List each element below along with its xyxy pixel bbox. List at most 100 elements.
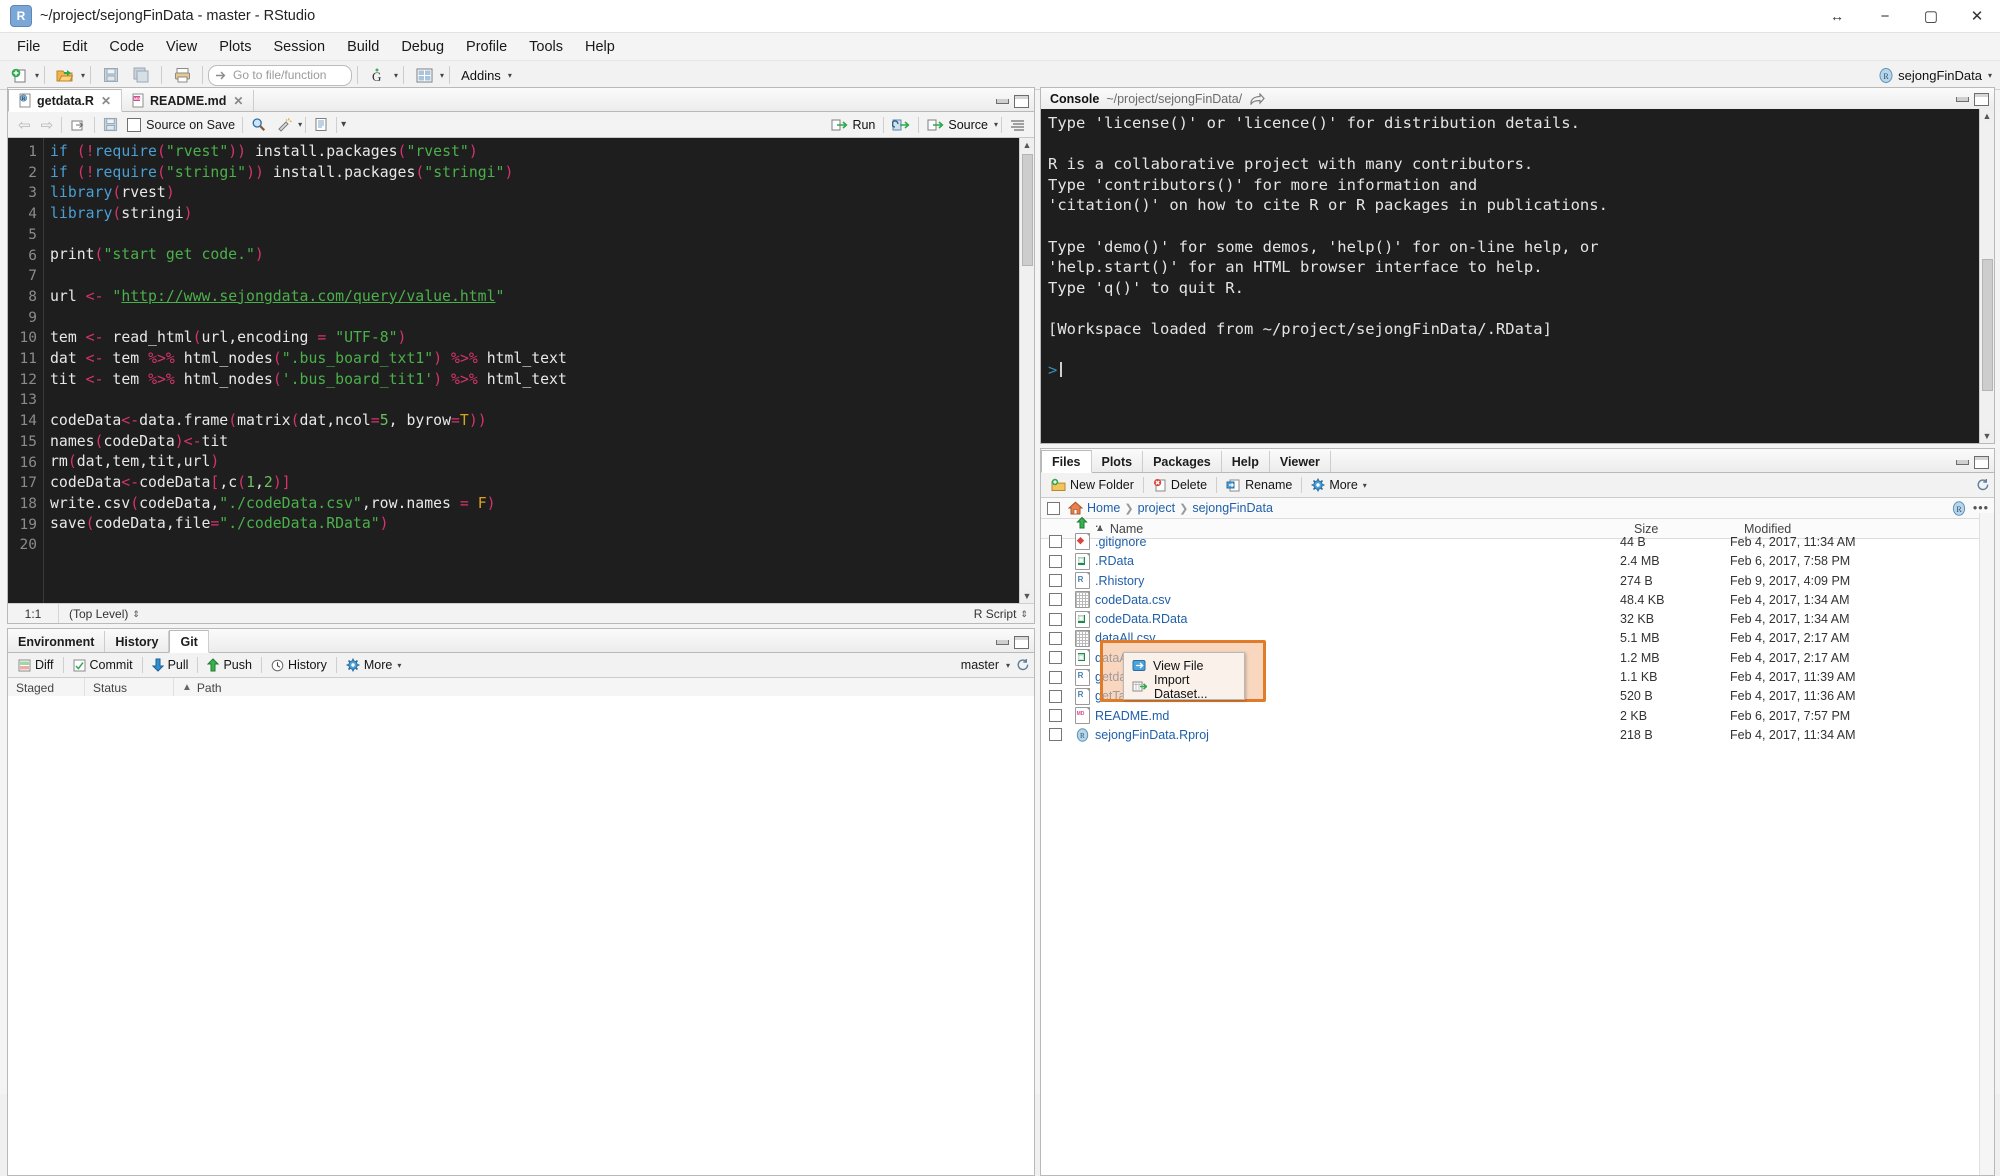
file-name[interactable]: .Rhistory: [1095, 574, 1620, 588]
code-line[interactable]: library(rvest): [50, 183, 1034, 204]
menu-plots[interactable]: Plots: [208, 36, 262, 58]
menu-session[interactable]: Session: [262, 36, 336, 58]
menu-help[interactable]: Help: [574, 36, 626, 58]
code-line[interactable]: codeData<-codeData[,c(1,2)]: [50, 473, 1034, 494]
menu-debug[interactable]: Debug: [390, 36, 455, 58]
menu-build[interactable]: Build: [336, 36, 390, 58]
code-tools-dropdown-icon[interactable]: ▾: [298, 120, 302, 129]
git-col-staged[interactable]: Staged: [8, 678, 85, 697]
addins-dropdown-icon[interactable]: ▾: [508, 71, 512, 80]
maximize-pane-icon[interactable]: [1974, 93, 1989, 106]
file-type-selector[interactable]: R Script ⇕: [974, 607, 1028, 621]
branch-dropdown-icon[interactable]: ▾: [1006, 661, 1010, 670]
code-line[interactable]: [50, 535, 1034, 556]
minimize-pane-icon[interactable]: [1956, 460, 1969, 465]
code-line[interactable]: if (!require("stringi")) install.package…: [50, 163, 1034, 184]
code-line[interactable]: names(codeData)<-tit: [50, 432, 1034, 453]
scroll-down-icon[interactable]: ▼: [1020, 589, 1034, 603]
code-tools-icon[interactable]: [271, 115, 297, 134]
code-line[interactable]: write.csv(codeData,"./codeData.csv",row.…: [50, 494, 1034, 515]
tab-files[interactable]: Files: [1041, 450, 1092, 473]
file-checkbox[interactable]: [1041, 613, 1069, 626]
file-context-menu[interactable]: View File Import Dataset...: [1123, 652, 1245, 700]
code-line[interactable]: library(stringi): [50, 204, 1034, 225]
console-prompt[interactable]: >: [1048, 360, 1994, 381]
git-col-path[interactable]: ▲ Path: [174, 678, 1034, 697]
file-name[interactable]: ..: [1095, 516, 1620, 530]
file-name[interactable]: .RData: [1095, 554, 1620, 568]
git-file-list[interactable]: [8, 696, 1034, 1175]
code-line[interactable]: url <- "http://www.sejongdata.com/query/…: [50, 287, 1034, 308]
git-pull-button[interactable]: Pull: [146, 656, 195, 674]
resize-icon[interactable]: ↔: [1812, 0, 1862, 32]
code-line[interactable]: if (!require("rvest")) install.packages(…: [50, 142, 1034, 163]
code-line[interactable]: [50, 266, 1034, 287]
file-row[interactable]: codeData.csv48.4 KBFeb 4, 2017, 1:34 AM: [1041, 590, 1980, 609]
document-outline-icon[interactable]: [1005, 116, 1030, 134]
close-icon[interactable]: ✕: [233, 94, 243, 108]
tab-plots[interactable]: Plots: [1092, 451, 1144, 472]
open-file-icon[interactable]: [51, 63, 79, 87]
file-row[interactable]: ▣codeData.RData32 KBFeb 4, 2017, 1:34 AM: [1041, 609, 1980, 628]
git-menu-icon[interactable]: G: [364, 63, 392, 87]
tab-packages[interactable]: Packages: [1143, 451, 1222, 472]
go-to-file-input[interactable]: Go to file/function: [208, 65, 352, 86]
maximize-pane-icon[interactable]: [1014, 636, 1029, 649]
git-history-button[interactable]: History: [265, 656, 333, 674]
tab-environment[interactable]: Environment: [8, 631, 105, 652]
tab-git[interactable]: Git: [169, 630, 208, 653]
re-run-icon[interactable]: [887, 116, 915, 134]
code-line[interactable]: dat <- tem %>% html_nodes(".bus_board_tx…: [50, 349, 1034, 370]
menu-profile[interactable]: Profile: [455, 36, 518, 58]
minimize-pane-icon[interactable]: [1956, 97, 1969, 102]
scrollbar-thumb[interactable]: [1982, 259, 1993, 391]
file-row[interactable]: ▣.RData2.4 MBFeb 6, 2017, 7:58 PM: [1041, 552, 1980, 571]
git-commit-button[interactable]: Commit: [67, 656, 139, 674]
project-dropdown-icon[interactable]: ▾: [1988, 71, 1992, 80]
tab-viewer[interactable]: Viewer: [1270, 451, 1331, 472]
addins-button[interactable]: Addins: [455, 66, 507, 85]
git-diff-button[interactable]: Diff: [12, 656, 60, 674]
refresh-icon[interactable]: [1976, 478, 1990, 492]
source-on-save-checkbox[interactable]: Source on Save: [123, 118, 239, 132]
save-all-icon[interactable]: [127, 63, 155, 87]
file-checkbox[interactable]: [1041, 671, 1069, 684]
new-file-icon[interactable]: [5, 63, 33, 87]
scope-selector[interactable]: (Top Level) ⇕: [59, 607, 140, 621]
refresh-icon[interactable]: [1016, 658, 1030, 672]
file-name[interactable]: README.md: [1095, 709, 1620, 723]
code-text[interactable]: if (!require("rvest")) install.packages(…: [43, 138, 1034, 603]
show-in-new-window-icon[interactable]: [65, 116, 91, 134]
source-dropdown-icon[interactable]: ▾: [994, 120, 998, 129]
minimize-pane-icon[interactable]: [996, 99, 1009, 104]
file-checkbox[interactable]: [1041, 535, 1069, 548]
minimize-button[interactable]: −: [1862, 0, 1908, 32]
files-scrollbar[interactable]: [1979, 513, 1994, 1175]
menu-edit[interactable]: Edit: [51, 36, 98, 58]
minimize-pane-icon[interactable]: [996, 640, 1009, 645]
files-list[interactable]: ..◆.gitignore44 BFeb 4, 2017, 11:34 AM▣.…: [1041, 513, 1980, 1175]
git-more-button[interactable]: More ▾: [340, 656, 408, 674]
file-type-chevron-icon[interactable]: ⇕: [1020, 610, 1028, 618]
workspace-panes-dropdown-icon[interactable]: ▾: [440, 71, 444, 80]
new-file-dropdown-icon[interactable]: ▾: [35, 71, 39, 80]
console-scrollbar[interactable]: ▲ ▼: [1979, 109, 1994, 443]
save-icon[interactable]: [98, 115, 123, 134]
print-icon[interactable]: [168, 63, 196, 87]
close-button[interactable]: ✕: [1954, 0, 2000, 32]
back-icon[interactable]: ⇦: [13, 114, 36, 136]
file-name[interactable]: .gitignore: [1095, 535, 1620, 549]
code-line[interactable]: [50, 308, 1034, 329]
search-icon[interactable]: [246, 115, 271, 134]
maximize-pane-icon[interactable]: [1014, 95, 1029, 108]
code-line[interactable]: [50, 390, 1034, 411]
forward-icon[interactable]: ⇨: [36, 114, 59, 136]
code-line[interactable]: print("start get code."): [50, 245, 1034, 266]
context-menu-import-dataset[interactable]: Import Dataset...: [1124, 676, 1244, 697]
console-working-directory[interactable]: ~/project/sejongFinData/: [1106, 92, 1242, 106]
code-editor[interactable]: 1234567891011121314151617181920 if (!req…: [8, 138, 1034, 603]
git-push-button[interactable]: Push: [201, 656, 258, 674]
open-file-dropdown-icon[interactable]: ▾: [81, 71, 85, 80]
rename-button[interactable]: Rename: [1220, 476, 1298, 494]
file-name[interactable]: codeData.csv: [1095, 593, 1620, 607]
